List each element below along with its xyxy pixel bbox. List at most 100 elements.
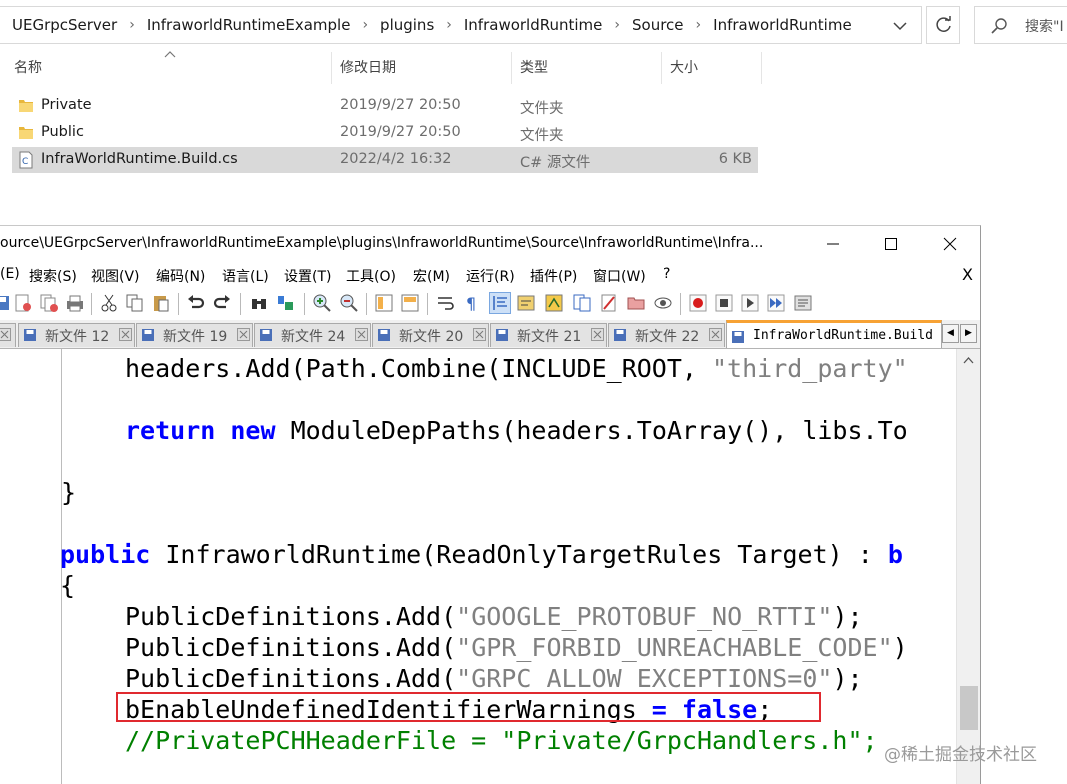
tab-document[interactable]: 新文件 22 — [608, 323, 725, 347]
tab-label: 新文件 22 — [635, 329, 700, 345]
tab-active-document[interactable]: InfraWorldRuntime.Build — [726, 320, 942, 348]
folder-icon — [19, 127, 33, 139]
column-header-modified[interactable]: 修改日期 — [340, 52, 396, 84]
column-header-name[interactable]: 名称 — [14, 52, 42, 84]
close-icon[interactable] — [935, 230, 965, 258]
column-divider[interactable] — [761, 52, 762, 84]
menu-plugins[interactable]: 插件(P) — [530, 266, 577, 286]
user-language-icon[interactable] — [516, 293, 536, 313]
tab-document[interactable]: 新文件 21 — [490, 323, 607, 347]
file-row-selected[interactable]: C InfraWorldRuntime.Build.cs 2022/4/2 16… — [12, 147, 758, 173]
search-icon — [991, 18, 1007, 34]
project-panel-icon[interactable] — [626, 293, 646, 313]
save-all-icon[interactable] — [0, 293, 12, 313]
tab-scroll-right-button[interactable]: ▶ — [960, 324, 977, 343]
maximize-icon[interactable] — [876, 230, 906, 258]
menu-edit[interactable]: (E) — [0, 266, 20, 282]
column-divider[interactable] — [511, 52, 512, 84]
replace-icon[interactable] — [276, 293, 296, 313]
close-all-icon[interactable] — [39, 293, 59, 313]
file-row[interactable]: Public 2019/9/27 20:50 文件夹 — [12, 120, 758, 146]
indent-guide-icon[interactable] — [489, 292, 511, 314]
menu-search[interactable]: 搜索(S) — [29, 266, 77, 286]
copy-icon[interactable] — [125, 293, 145, 313]
title-bar[interactable]: ource\UEGrpcServer\InfraworldRuntimeExam… — [0, 226, 980, 262]
folder-workspace-icon[interactable] — [599, 293, 619, 313]
scrollbar-thumb[interactable] — [960, 686, 978, 730]
column-divider[interactable] — [331, 52, 332, 84]
tab-scroll-left-button[interactable]: ◀ — [942, 324, 959, 343]
stop-macro-icon[interactable] — [714, 293, 734, 313]
tab-document[interactable]: 新文件 19 — [136, 323, 253, 347]
tab-close-icon[interactable] — [0, 328, 11, 341]
sync-horizontal-icon[interactable] — [400, 293, 420, 313]
monitoring-icon[interactable] — [653, 293, 673, 313]
menu-tools[interactable]: 工具(O) — [346, 266, 396, 286]
tab-close-icon[interactable] — [355, 328, 368, 341]
paste-icon[interactable] — [151, 293, 171, 313]
menu-settings[interactable]: 设置(T) — [284, 266, 331, 286]
zoom-out-icon[interactable] — [339, 293, 359, 313]
refresh-button[interactable] — [926, 6, 960, 44]
show-all-chars-icon[interactable]: ¶ — [462, 293, 482, 313]
scroll-up-icon[interactable] — [962, 355, 975, 365]
tab-document[interactable]: 新文件 12 — [18, 323, 135, 347]
address-bar[interactable]: UEGrpcServer › InfraworldRuntimeExample … — [0, 6, 922, 44]
code-editor[interactable]: headers.Add(Path.Combine(INCLUDE_ROOT, "… — [0, 349, 955, 784]
menu-help[interactable]: ? — [663, 266, 670, 282]
tab-document[interactable]: 新文件 24 — [254, 323, 371, 347]
file-row[interactable]: Private 2019/9/27 20:50 文件夹 — [12, 93, 758, 119]
breadcrumb-item[interactable]: InfraworldRuntime — [701, 16, 858, 34]
breadcrumb-item[interactable]: UEGrpcServer — [0, 16, 123, 34]
saved-file-icon — [260, 329, 272, 341]
tab-label: 新文件 21 — [517, 329, 582, 345]
column-header-type[interactable]: 类型 — [520, 52, 548, 84]
sync-vertical-icon[interactable] — [374, 293, 394, 313]
play-macro-icon[interactable] — [740, 293, 760, 313]
redo-icon[interactable] — [212, 293, 232, 313]
cut-icon[interactable] — [99, 293, 119, 313]
menu-language[interactable]: 语言(L) — [222, 266, 269, 286]
menu-macro[interactable]: 宏(M) — [413, 266, 450, 286]
print-icon[interactable] — [65, 293, 85, 313]
toolbar-divider — [366, 293, 367, 315]
tab-document[interactable]: 新文件 20 — [372, 323, 489, 347]
tab-close-icon[interactable] — [119, 328, 132, 341]
menu-encoding[interactable]: 编码(N) — [156, 266, 205, 286]
undo-icon[interactable] — [186, 293, 206, 313]
tab-close-icon[interactable] — [709, 328, 722, 341]
tab-bar: 新文件 12 新文件 19 新文件 24 新文件 20 新文件 21 新文件 2… — [0, 320, 980, 349]
chevron-down-icon[interactable] — [888, 16, 912, 36]
breadcrumb-item[interactable]: plugins — [368, 16, 440, 34]
minimize-icon[interactable] — [818, 230, 848, 258]
column-header-size[interactable]: 大小 — [670, 52, 698, 84]
record-macro-icon[interactable] — [688, 293, 708, 313]
tab-close-icon[interactable] — [591, 328, 604, 341]
toolbar-divider — [91, 293, 92, 315]
menu-window[interactable]: 窗口(W) — [593, 266, 646, 286]
window-title: ource\UEGrpcServer\InfraworldRuntimeExam… — [0, 235, 764, 251]
doc-map-icon[interactable] — [544, 293, 564, 313]
close-document-button[interactable]: X — [962, 265, 973, 284]
tab-close-icon[interactable] — [473, 328, 486, 341]
zoom-in-icon[interactable] — [312, 293, 332, 313]
code-line-comment: //PrivatePCHHeaderFile = "Private/GrpcHa… — [125, 726, 878, 755]
word-wrap-icon[interactable] — [436, 293, 456, 313]
run-macro-multiple-icon[interactable] — [766, 293, 786, 313]
search-input[interactable]: 搜索"I — [974, 6, 1067, 44]
breadcrumb-item[interactable]: Source — [620, 16, 690, 34]
tab-close-icon[interactable] — [237, 328, 250, 341]
save-macro-icon[interactable] — [793, 293, 813, 313]
code-line: return new ModuleDepPaths(headers.ToArra… — [125, 416, 908, 445]
vertical-scrollbar[interactable] — [956, 349, 980, 784]
breadcrumb-item[interactable]: InfraworldRuntime — [452, 16, 609, 34]
toolbar-divider — [240, 293, 241, 315]
column-divider[interactable] — [661, 52, 662, 84]
close-file-icon[interactable] — [13, 293, 33, 313]
breadcrumb-item[interactable]: InfraworldRuntimeExample — [135, 16, 357, 34]
tab-partial[interactable] — [0, 323, 16, 347]
menu-view[interactable]: 视图(V) — [91, 266, 140, 286]
menu-run[interactable]: 运行(R) — [466, 266, 515, 286]
function-list-icon[interactable] — [572, 293, 592, 313]
find-icon[interactable] — [249, 293, 269, 313]
